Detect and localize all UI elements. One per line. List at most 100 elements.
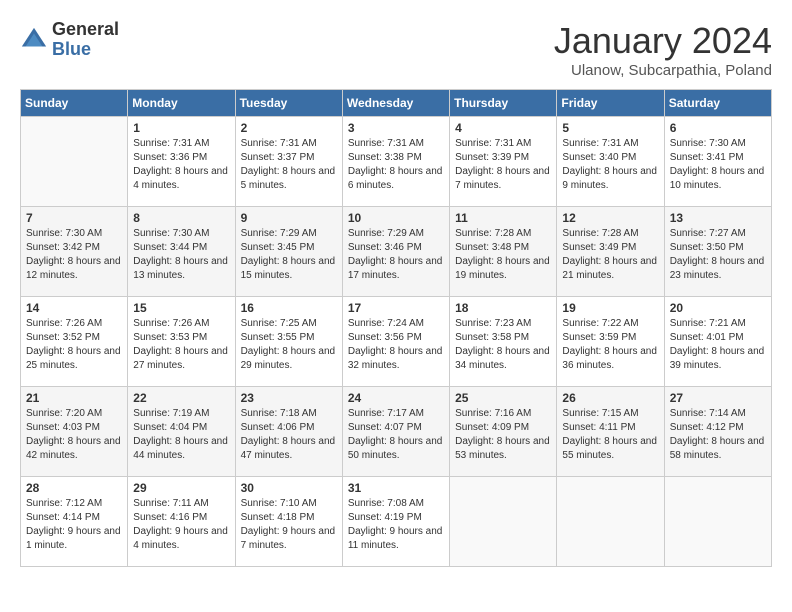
calendar-cell-w3-d5: 18 Sunrise: 7:23 AMSunset: 3:58 PMDayligh… bbox=[450, 297, 557, 387]
calendar-cell-w2-d7: 13Sunrise: 7:27 AMSunset: 3:50 PMDayligh… bbox=[664, 207, 771, 297]
header-monday: Monday bbox=[128, 90, 235, 117]
day-info: Sunrise: 7:31 AMSunset: 3:40 PMDaylight:… bbox=[562, 137, 658, 193]
calendar-cell-w4-d5: 25 Sunrise: 7:16 AMSunset: 4:09 PMDayligh… bbox=[450, 387, 557, 477]
day-number: 13 bbox=[670, 211, 766, 225]
day-number: 14 bbox=[26, 301, 122, 315]
calendar-header-row: Sunday Monday Tuesday Wednesday Thursday… bbox=[21, 90, 772, 117]
calendar-week-3: 14 Sunrise: 7:26 AMSunset: 3:52 PMDayligh… bbox=[21, 297, 772, 387]
day-info: Sunrise: 7:31 AMSunset: 3:37 PMDaylight:… bbox=[241, 137, 337, 193]
calendar-cell-w4-d1: 21 Sunrise: 7:20 AMSunset: 4:03 PMDayligh… bbox=[21, 387, 128, 477]
page-header: General Blue January 2024 Ulanow, Subcar… bbox=[20, 20, 772, 79]
day-info: Sunrise: 7:08 AMSunset: 4:19 PMDaylight:… bbox=[348, 497, 444, 553]
calendar-week-2: 7 Sunrise: 7:30 AMSunset: 3:42 PMDaylight… bbox=[21, 207, 772, 297]
calendar-cell-w1-d6: 5Sunrise: 7:31 AMSunset: 3:40 PMDaylight… bbox=[557, 117, 664, 207]
day-info: Sunrise: 7:28 AMSunset: 3:49 PMDaylight:… bbox=[562, 227, 658, 283]
calendar-cell-w3-d6: 19Sunrise: 7:22 AMSunset: 3:59 PMDayligh… bbox=[557, 297, 664, 387]
day-number: 12 bbox=[562, 211, 658, 225]
day-info: Sunrise: 7:26 AMSunset: 3:53 PMDaylight:… bbox=[133, 317, 229, 373]
day-info: Sunrise: 7:10 AMSunset: 4:18 PMDaylight:… bbox=[241, 497, 337, 553]
day-number: 7 bbox=[26, 211, 122, 225]
calendar-cell-w1-d1 bbox=[21, 117, 128, 207]
day-info: Sunrise: 7:21 AMSunset: 4:01 PMDaylight:… bbox=[670, 317, 766, 373]
day-number: 31 bbox=[348, 481, 444, 495]
header-wednesday: Wednesday bbox=[342, 90, 449, 117]
day-info: Sunrise: 7:31 AMSunset: 3:38 PMDaylight:… bbox=[348, 137, 444, 193]
location-subtitle: Ulanow, Subcarpathia, Poland bbox=[554, 62, 772, 79]
logo-icon bbox=[20, 26, 48, 54]
day-number: 11 bbox=[455, 211, 551, 225]
calendar-cell-w1-d7: 6 Sunrise: 7:30 AMSunset: 3:41 PMDaylight… bbox=[664, 117, 771, 207]
calendar-cell-w2-d3: 9Sunrise: 7:29 AMSunset: 3:45 PMDaylight… bbox=[235, 207, 342, 297]
day-info: Sunrise: 7:30 AMSunset: 3:44 PMDaylight:… bbox=[133, 227, 229, 283]
day-info: Sunrise: 7:30 AMSunset: 3:42 PMDaylight:… bbox=[26, 227, 122, 283]
day-number: 2 bbox=[241, 121, 337, 135]
logo-blue-text: Blue bbox=[52, 40, 119, 60]
day-info: Sunrise: 7:28 AMSunset: 3:48 PMDaylight:… bbox=[455, 227, 551, 283]
day-number: 20 bbox=[670, 301, 766, 315]
day-info: Sunrise: 7:12 AMSunset: 4:14 PMDaylight:… bbox=[26, 497, 122, 553]
calendar-cell-w1-d3: 2 Sunrise: 7:31 AMSunset: 3:37 PMDaylight… bbox=[235, 117, 342, 207]
calendar-table: Sunday Monday Tuesday Wednesday Thursday… bbox=[20, 89, 772, 567]
day-number: 22 bbox=[133, 391, 229, 405]
day-number: 15 bbox=[133, 301, 229, 315]
calendar-cell-w5-d7 bbox=[664, 477, 771, 567]
title-section: January 2024 Ulanow, Subcarpathia, Polan… bbox=[554, 20, 772, 79]
day-info: Sunrise: 7:16 AMSunset: 4:09 PMDaylight:… bbox=[455, 407, 551, 463]
header-friday: Friday bbox=[557, 90, 664, 117]
day-number: 16 bbox=[241, 301, 337, 315]
day-number: 23 bbox=[241, 391, 337, 405]
day-number: 1 bbox=[133, 121, 229, 135]
day-number: 26 bbox=[562, 391, 658, 405]
day-number: 24 bbox=[348, 391, 444, 405]
logo: General Blue bbox=[20, 20, 119, 60]
calendar-week-1: 1 Sunrise: 7:31 AMSunset: 3:36 PMDaylight… bbox=[21, 117, 772, 207]
day-number: 17 bbox=[348, 301, 444, 315]
day-info: Sunrise: 7:26 AMSunset: 3:52 PMDaylight:… bbox=[26, 317, 122, 373]
day-number: 6 bbox=[670, 121, 766, 135]
calendar-cell-w3-d4: 17Sunrise: 7:24 AMSunset: 3:56 PMDayligh… bbox=[342, 297, 449, 387]
day-number: 9 bbox=[241, 211, 337, 225]
logo-text: General Blue bbox=[52, 20, 119, 60]
day-number: 25 bbox=[455, 391, 551, 405]
month-title: January 2024 bbox=[554, 20, 772, 62]
day-number: 10 bbox=[348, 211, 444, 225]
day-info: Sunrise: 7:20 AMSunset: 4:03 PMDaylight:… bbox=[26, 407, 122, 463]
calendar-cell-w5-d2: 29Sunrise: 7:11 AMSunset: 4:16 PMDayligh… bbox=[128, 477, 235, 567]
calendar-cell-w3-d2: 15 Sunrise: 7:26 AMSunset: 3:53 PMDayligh… bbox=[128, 297, 235, 387]
day-number: 29 bbox=[133, 481, 229, 495]
calendar-cell-w2-d4: 10Sunrise: 7:29 AMSunset: 3:46 PMDayligh… bbox=[342, 207, 449, 297]
calendar-cell-w2-d6: 12 Sunrise: 7:28 AMSunset: 3:49 PMDayligh… bbox=[557, 207, 664, 297]
day-info: Sunrise: 7:31 AMSunset: 3:39 PMDaylight:… bbox=[455, 137, 551, 193]
calendar-cell-w5-d1: 28 Sunrise: 7:12 AMSunset: 4:14 PMDayligh… bbox=[21, 477, 128, 567]
calendar-cell-w5-d6 bbox=[557, 477, 664, 567]
day-number: 28 bbox=[26, 481, 122, 495]
calendar-cell-w3-d3: 16Sunrise: 7:25 AMSunset: 3:55 PMDayligh… bbox=[235, 297, 342, 387]
calendar-week-5: 28 Sunrise: 7:12 AMSunset: 4:14 PMDayligh… bbox=[21, 477, 772, 567]
day-number: 21 bbox=[26, 391, 122, 405]
calendar-cell-w5-d3: 30 Sunrise: 7:10 AMSunset: 4:18 PMDayligh… bbox=[235, 477, 342, 567]
calendar-cell-w2-d1: 7 Sunrise: 7:30 AMSunset: 3:42 PMDaylight… bbox=[21, 207, 128, 297]
calendar-cell-w4-d4: 24 Sunrise: 7:17 AMSunset: 4:07 PMDayligh… bbox=[342, 387, 449, 477]
calendar-cell-w4-d2: 22 Sunrise: 7:19 AMSunset: 4:04 PMDayligh… bbox=[128, 387, 235, 477]
day-number: 30 bbox=[241, 481, 337, 495]
calendar-cell-w5-d4: 31 Sunrise: 7:08 AMSunset: 4:19 PMDayligh… bbox=[342, 477, 449, 567]
day-number: 3 bbox=[348, 121, 444, 135]
day-info: Sunrise: 7:18 AMSunset: 4:06 PMDaylight:… bbox=[241, 407, 337, 463]
day-number: 18 bbox=[455, 301, 551, 315]
header-saturday: Saturday bbox=[664, 90, 771, 117]
calendar-week-4: 21 Sunrise: 7:20 AMSunset: 4:03 PMDayligh… bbox=[21, 387, 772, 477]
day-info: Sunrise: 7:30 AMSunset: 3:41 PMDaylight:… bbox=[670, 137, 766, 193]
day-info: Sunrise: 7:19 AMSunset: 4:04 PMDaylight:… bbox=[133, 407, 229, 463]
day-number: 27 bbox=[670, 391, 766, 405]
calendar-cell-w5-d5 bbox=[450, 477, 557, 567]
header-sunday: Sunday bbox=[21, 90, 128, 117]
day-info: Sunrise: 7:31 AMSunset: 3:36 PMDaylight:… bbox=[133, 137, 229, 193]
calendar-cell-w4-d7: 27 Sunrise: 7:14 AMSunset: 4:12 PMDayligh… bbox=[664, 387, 771, 477]
day-info: Sunrise: 7:17 AMSunset: 4:07 PMDaylight:… bbox=[348, 407, 444, 463]
day-number: 8 bbox=[133, 211, 229, 225]
day-info: Sunrise: 7:23 AMSunset: 3:58 PMDaylight:… bbox=[455, 317, 551, 373]
day-number: 4 bbox=[455, 121, 551, 135]
calendar-cell-w4-d6: 26 Sunrise: 7:15 AMSunset: 4:11 PMDayligh… bbox=[557, 387, 664, 477]
day-info: Sunrise: 7:15 AMSunset: 4:11 PMDaylight:… bbox=[562, 407, 658, 463]
day-info: Sunrise: 7:14 AMSunset: 4:12 PMDaylight:… bbox=[670, 407, 766, 463]
